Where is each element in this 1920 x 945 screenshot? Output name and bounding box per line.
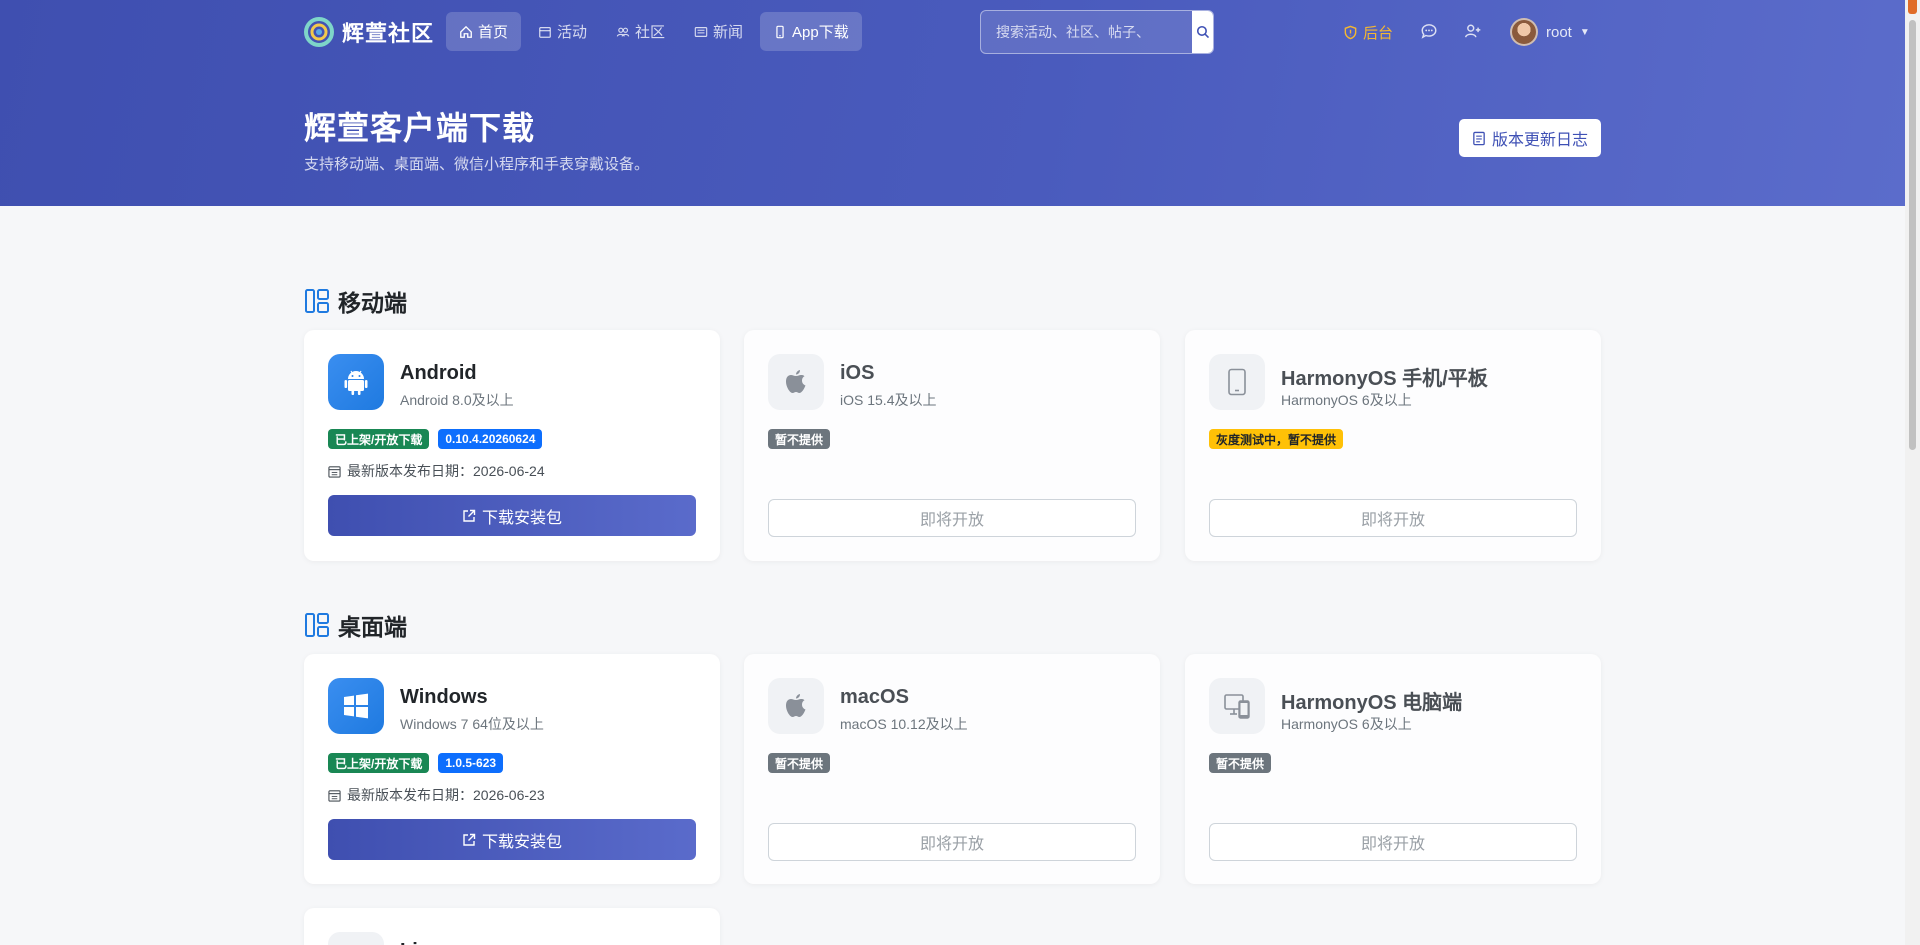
username: root	[1546, 23, 1572, 41]
android-icon	[328, 354, 384, 410]
admin-link[interactable]: 后台	[1343, 20, 1393, 44]
platform-requirement: Android 8.0及以上	[400, 392, 514, 408]
platform-requirement: macOS 10.12及以上	[840, 716, 968, 732]
platform-card-harmonyos-mobile: HarmonyOS 手机/平板 HarmonyOS 6及以上 灰度测试中，暂不提…	[1185, 330, 1601, 561]
platform-card-harmonyos-pc: HarmonyOS 电脑端 HarmonyOS 6及以上 暂不提供 即将开放	[1185, 654, 1601, 884]
windows-icon	[328, 678, 384, 734]
nav-item-home[interactable]: 首页	[446, 12, 522, 51]
status-badge: 暂不提供	[768, 753, 831, 773]
platform-name: Li	[400, 940, 418, 945]
newspaper-icon	[694, 26, 708, 37]
brand-name: 辉萱社区	[342, 21, 435, 46]
chat-icon[interactable]	[1420, 22, 1438, 40]
hero-banner: 辉萱社区 首页 活动 社区 新闻 App下载 搜索活动、社区、帖子、 后台 ro…	[0, 0, 1905, 206]
platform-requirement: Windows 7 64位及以上	[400, 716, 544, 732]
coming-soon-button: 即将开放	[1209, 499, 1577, 537]
platform-requirement: iOS 15.4及以上	[840, 392, 937, 408]
changelog-label: 版本更新日志	[1491, 132, 1588, 149]
search-button[interactable]	[1192, 11, 1213, 53]
nav-item-label: 新闻	[713, 24, 744, 41]
page-title: 辉萱客户端下载	[304, 110, 536, 146]
platform-name: Android	[400, 362, 477, 384]
download-button-android[interactable]: 下载安装包	[328, 495, 696, 536]
nav-item-label: 活动	[557, 24, 588, 41]
section-title-label: 移动端	[338, 290, 407, 316]
platform-card-macos: macOS macOS 10.12及以上 暂不提供 即将开放	[744, 654, 1160, 884]
platform-name: Windows	[400, 686, 488, 708]
scroll-thumb[interactable]	[1909, 20, 1916, 450]
platform-name: iOS	[840, 362, 875, 384]
platform-card-linux: Li	[304, 908, 720, 945]
section-title-mobile: 移动端	[304, 286, 407, 316]
release-date: 最新版本发布日期：2026-06-24	[328, 461, 545, 481]
external-link-icon	[463, 833, 476, 846]
search-icon	[1196, 25, 1210, 39]
brand-logo-link[interactable]: 辉萱社区	[304, 17, 434, 47]
changelog-button[interactable]: 版本更新日志	[1459, 119, 1601, 157]
status-badge: 灰度测试中，暂不提供	[1209, 429, 1344, 449]
apple-icon	[768, 354, 824, 410]
apple-icon	[768, 678, 824, 734]
release-date-text: 最新版本发布日期：2026-06-23	[347, 787, 545, 803]
download-button-label: 下载安装包	[481, 509, 562, 527]
version-badge: 0.10.4.20260624	[438, 429, 543, 449]
status-badge: 暂不提供	[768, 429, 831, 449]
add-friend-icon[interactable]	[1464, 22, 1482, 40]
avatar	[1510, 18, 1538, 46]
section-title-label: 桌面端	[338, 614, 407, 640]
calendar-icon	[328, 465, 341, 478]
linux-icon	[328, 932, 384, 945]
release-date: 最新版本发布日期：2026-06-23	[328, 785, 545, 805]
top-navbar: 辉萱社区 首页 活动 社区 新闻 App下载 搜索活动、社区、帖子、 后台 ro…	[0, 0, 1905, 64]
nav-item-news[interactable]: 新闻	[681, 12, 756, 51]
brand-logo-icon	[304, 17, 334, 47]
platform-card-windows: Windows Windows 7 64位及以上 已上架/开放下载 1.0.5-…	[304, 654, 720, 884]
platform-name: macOS	[840, 686, 909, 708]
download-button-label: 下载安装包	[481, 833, 562, 851]
search-input[interactable]	[981, 11, 1192, 53]
status-badge: 已上架/开放下载	[328, 753, 430, 773]
chevron-down-icon: ▼	[1579, 26, 1590, 38]
nav-item-community[interactable]: 社区	[603, 12, 678, 51]
grid-layout-icon	[305, 613, 329, 637]
platform-name: HarmonyOS 电脑端	[1281, 692, 1463, 714]
nav-item-label: 首页	[478, 24, 509, 41]
coming-soon-button: 即将开放	[768, 823, 1136, 861]
section-title-desktop: 桌面端	[304, 610, 407, 640]
version-badge: 1.0.5-623	[438, 753, 504, 773]
nav-item-label: 社区	[635, 24, 666, 41]
release-date-text: 最新版本发布日期：2026-06-24	[347, 463, 545, 479]
platform-requirement: HarmonyOS 6及以上	[1281, 716, 1412, 732]
home-icon	[460, 25, 472, 38]
platform-name: HarmonyOS 手机/平板	[1281, 368, 1488, 390]
status-badge: 暂不提供	[1209, 753, 1272, 773]
nav-item-label: App下载	[792, 24, 849, 41]
devices-icon	[1209, 678, 1265, 734]
calendar-icon	[539, 26, 551, 38]
platform-card-ios: iOS iOS 15.4及以上 暂不提供 即将开放	[744, 330, 1160, 561]
calendar-icon	[328, 789, 341, 802]
search-box	[980, 10, 1214, 54]
user-menu[interactable]: root ▼	[1510, 17, 1590, 47]
mobile-device-icon	[1209, 354, 1265, 410]
external-link-icon	[463, 509, 476, 522]
document-icon	[1473, 131, 1485, 145]
page-subtitle: 支持移动端、桌面端、微信小程序和手表穿戴设备。	[304, 156, 650, 173]
scroll-grip[interactable]	[1908, 0, 1917, 14]
coming-soon-button: 即将开放	[768, 499, 1136, 537]
download-button-windows[interactable]: 下载安装包	[328, 819, 696, 860]
shield-icon	[1344, 25, 1357, 39]
coming-soon-button: 即将开放	[1209, 823, 1577, 861]
people-icon	[616, 27, 630, 37]
grid-layout-icon	[305, 289, 329, 313]
platform-card-android: Android Android 8.0及以上 已上架/开放下载 0.10.4.2…	[304, 330, 720, 561]
admin-label: 后台	[1363, 24, 1394, 42]
platform-requirement: HarmonyOS 6及以上	[1281, 392, 1412, 408]
nav-item-events[interactable]: 活动	[525, 12, 600, 51]
status-badge: 已上架/开放下载	[328, 429, 430, 449]
phone-icon	[776, 25, 784, 38]
page-scrollbar[interactable]	[1905, 0, 1920, 945]
nav-item-app-download[interactable]: App下载	[760, 12, 862, 51]
